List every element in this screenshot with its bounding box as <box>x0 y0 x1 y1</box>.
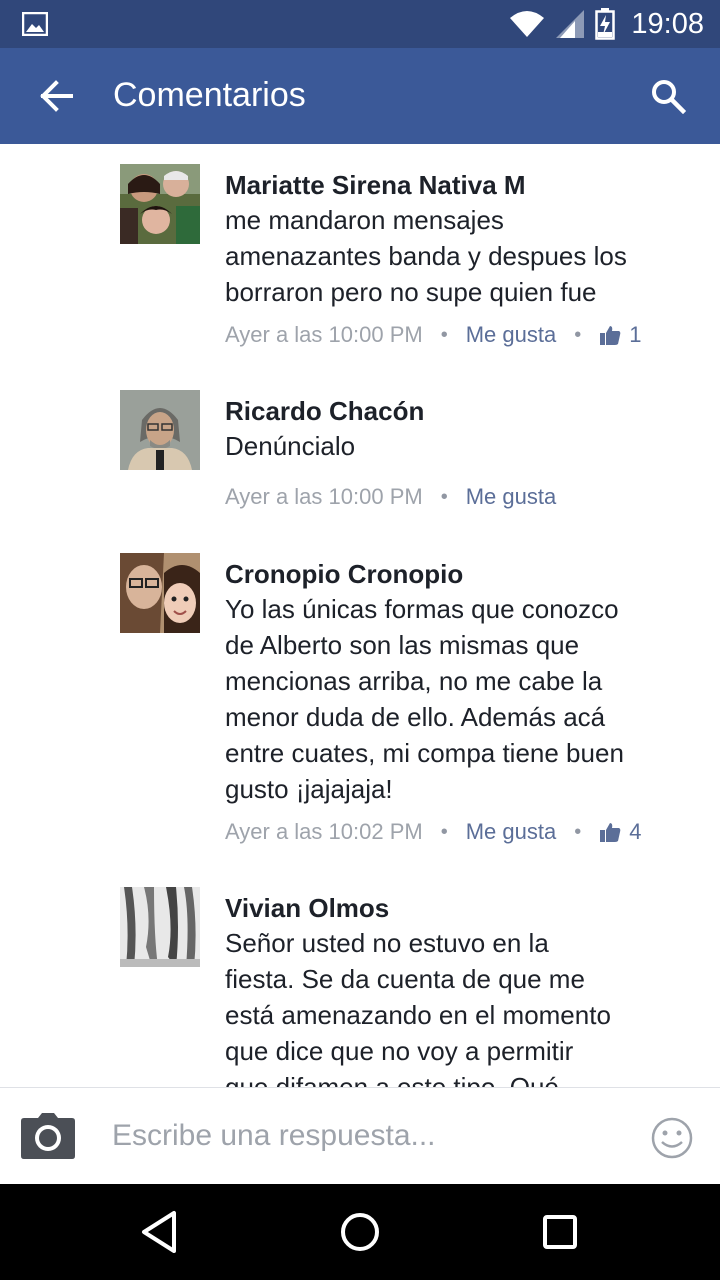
comment-text-line: entre cuates, mi compa tiene buen <box>225 738 624 768</box>
separator-dot: • <box>440 821 448 843</box>
like-count-value: 4 <box>629 819 642 844</box>
like-button[interactable]: Me gusta <box>466 320 557 350</box>
back-button[interactable] <box>26 72 86 120</box>
image-icon <box>22 12 48 36</box>
thumbs-up-icon <box>600 823 621 842</box>
separator-dot: • <box>440 324 448 346</box>
comment-text-line: fiesta. Se da cuenta de que me <box>225 964 585 994</box>
comment-text-line: me mandaron mensajes <box>225 205 504 235</box>
comment-text-line: amenazantes banda y despues los <box>225 241 627 271</box>
comment-body: Mariatte Sirena Nativa M me mandaron men… <box>225 168 695 350</box>
arrow-back-icon <box>40 80 73 112</box>
status-icons: 19:08 <box>509 6 704 42</box>
comment-text-line: Yo las únicas formas que conozco <box>225 594 619 624</box>
thumbs-up-icon <box>600 326 621 345</box>
status-time: 19:08 <box>631 7 704 40</box>
camera-icon[interactable] <box>20 1112 76 1160</box>
comment-meta: Ayer a las 10:02 PM • Me gusta • 4 <box>225 817 695 847</box>
comment-author[interactable]: Vivian Olmos <box>225 891 695 925</box>
system-nav-bar <box>0 1184 720 1280</box>
avatar[interactable] <box>120 390 200 470</box>
nav-recents-icon[interactable] <box>536 1208 584 1256</box>
comment-author[interactable]: Cronopio Cronopio <box>225 557 695 591</box>
status-bar: 19:08 <box>0 0 720 48</box>
page-title: Comentarios <box>113 76 306 114</box>
comment-text-line: Denúncialo <box>225 431 356 461</box>
search-button[interactable] <box>640 70 696 122</box>
nav-home-icon[interactable] <box>336 1208 384 1256</box>
reply-bar <box>0 1087 720 1184</box>
comment-meta: Ayer a las 10:00 PM • Me gusta <box>225 482 695 512</box>
comment-text-line: de Alberto son las mismas que <box>225 630 580 660</box>
comment-meta: Ayer a las 10:00 PM • Me gusta • 1 <box>225 320 695 350</box>
comment-text-line: Señor usted no estuvo en la <box>225 928 549 958</box>
comment-text-line: gusto ¡jajajaja! <box>225 774 393 804</box>
separator-dot: • <box>574 324 582 346</box>
avatar[interactable] <box>120 887 200 967</box>
comment-text-line: que dice que no voy a permitir <box>225 1036 574 1066</box>
comment-text-line: mencionas arriba, no me cabe la <box>225 666 603 696</box>
comment-body: Cronopio Cronopio Yo las únicas formas q… <box>225 557 695 847</box>
comment-author[interactable]: Mariatte Sirena Nativa M <box>225 168 695 202</box>
comment-list[interactable]: Mariatte Sirena Nativa M me mandaron men… <box>0 144 720 1087</box>
like-button[interactable]: Me gusta <box>466 817 557 847</box>
avatar[interactable] <box>120 553 200 633</box>
smiley-icon[interactable] <box>650 1116 694 1160</box>
like-button[interactable]: Me gusta <box>466 482 557 512</box>
cell-signal-icon <box>556 10 585 38</box>
separator-dot: • <box>440 486 448 508</box>
separator-dot: • <box>574 821 582 843</box>
battery-charging-icon <box>595 8 616 40</box>
wifi-icon <box>510 11 545 37</box>
comment-text-line: está amenazando en el momento <box>225 1000 611 1030</box>
comment-time: Ayer a las 10:00 PM <box>225 484 423 509</box>
comment-text-line: borraron pero no supe quien fue <box>225 277 597 307</box>
search-icon <box>652 80 686 114</box>
comment-text-line: que difamen a este tipo. Qué <box>225 1072 559 1087</box>
comment-time: Ayer a las 10:02 PM <box>225 819 423 844</box>
avatar[interactable] <box>120 164 200 244</box>
comment-author[interactable]: Ricardo Chacón <box>225 394 695 428</box>
like-count[interactable]: 4 <box>599 817 641 847</box>
like-count-value: 1 <box>629 322 642 347</box>
like-count[interactable]: 1 <box>599 320 641 350</box>
comment-body: Ricardo Chacón Denúncialo Ayer a las 10:… <box>225 394 695 512</box>
comment-time: Ayer a las 10:00 PM <box>225 322 423 347</box>
comment-body: Vivian Olmos Señor usted no estuvo en la… <box>225 891 695 1087</box>
nav-back-icon[interactable] <box>136 1208 184 1256</box>
reply-input[interactable] <box>112 1112 612 1160</box>
app-bar: Comentarios <box>0 48 720 144</box>
comment-text-line: menor duda de ello. Además acá <box>225 702 606 732</box>
